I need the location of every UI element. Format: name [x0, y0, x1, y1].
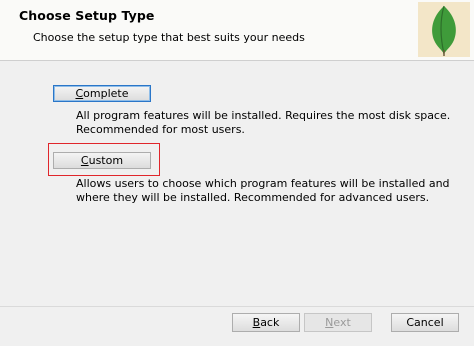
- custom-description: Allows users to choose which program fea…: [76, 177, 450, 204]
- page-subtitle: Choose the setup type that best suits yo…: [33, 31, 305, 44]
- next-button-label: ext: [333, 316, 351, 329]
- custom-button-mnemonic: C: [80, 154, 89, 167]
- complete-button-label: omplete: [83, 87, 129, 100]
- complete-button-mnemonic: C: [75, 87, 84, 100]
- dialog-footer: Back Next Cancel: [0, 307, 474, 346]
- page-title: Choose Setup Type: [19, 8, 155, 23]
- next-button-mnemonic: N: [325, 316, 334, 329]
- dialog-header: Choose Setup Type Choose the setup type …: [0, 0, 474, 61]
- dialog-body: Complete All program features will be in…: [0, 61, 474, 306]
- complete-button[interactable]: Complete: [53, 85, 151, 102]
- custom-button-label: ustom: [88, 154, 124, 167]
- mongodb-leaf-icon: [418, 2, 470, 57]
- back-button-label: ack: [260, 316, 280, 329]
- back-button[interactable]: Back: [232, 313, 300, 332]
- complete-description: All program features will be installed. …: [76, 109, 451, 136]
- back-button-mnemonic: B: [252, 316, 261, 329]
- next-button[interactable]: Next: [304, 313, 372, 332]
- custom-button[interactable]: Custom: [53, 152, 151, 169]
- cancel-button[interactable]: Cancel: [391, 313, 459, 332]
